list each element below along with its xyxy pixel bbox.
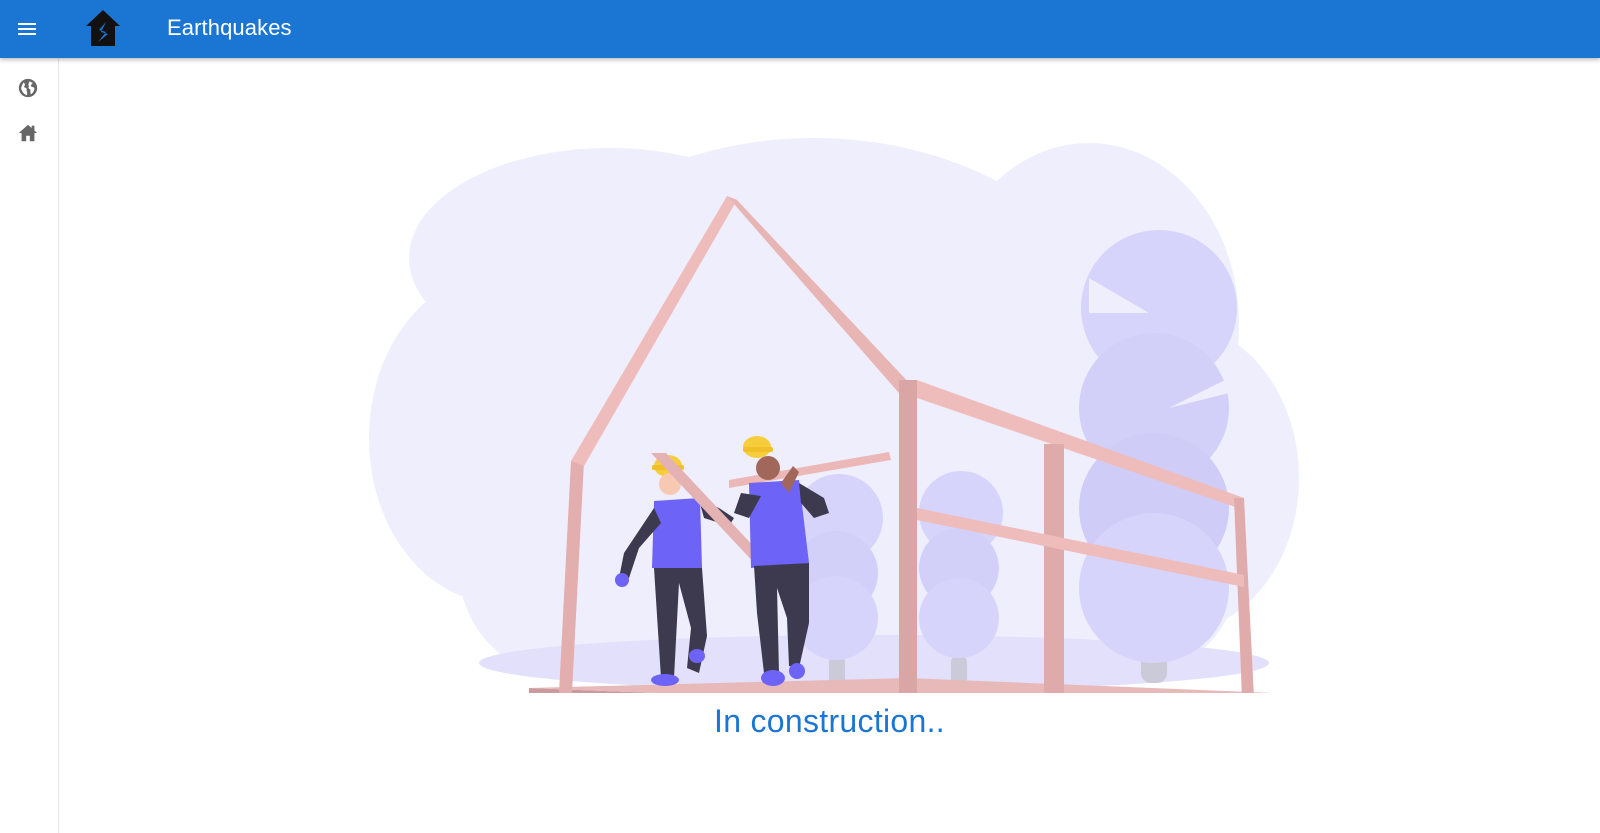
sidebar	[0, 58, 59, 833]
cracked-house-logo-icon	[86, 10, 120, 46]
home-icon	[18, 124, 38, 142]
sidebar-item-home[interactable]	[13, 118, 43, 148]
workers-building-house-frame-illustration	[369, 138, 1299, 693]
app-header: Earthquakes	[0, 0, 1600, 58]
sidebar-item-globe[interactable]	[13, 73, 43, 103]
menu-button[interactable]	[10, 13, 44, 45]
main-content: In construction..	[59, 58, 1600, 833]
globe-icon	[18, 78, 38, 98]
hamburger-menu-icon	[18, 23, 36, 35]
in-construction-message: In construction..	[714, 703, 945, 739]
app-title: Earthquakes	[167, 15, 292, 40]
